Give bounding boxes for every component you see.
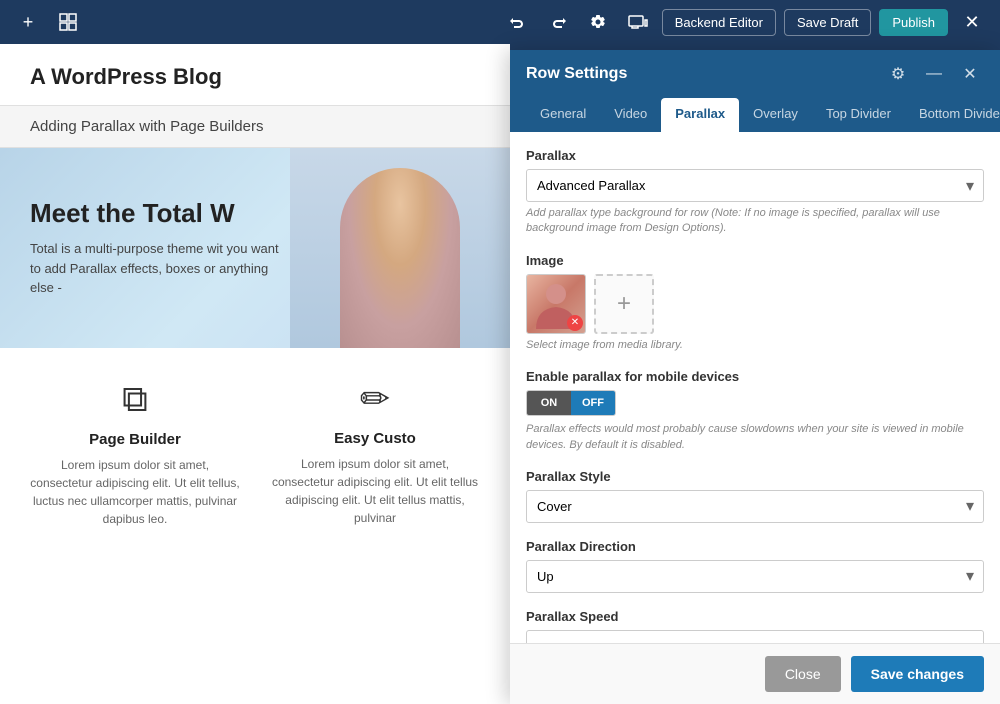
panel-close-icon[interactable]: ✕ <box>956 60 984 88</box>
page-builder-icon: ⧉ <box>122 378 148 421</box>
panel-title: Row Settings <box>526 65 627 83</box>
parallax-speed-label: Parallax Speed <box>526 609 984 624</box>
feature2-text: Lorem ipsum dolor sit amet, consectetur … <box>270 455 480 527</box>
page-subtitle: Adding Parallax with Page Builders <box>30 118 480 135</box>
mobile-field-group: Enable parallax for mobile devices ON OF… <box>526 369 984 453</box>
parallax-field-group: Parallax Advanced Parallax None Standard… <box>526 148 984 237</box>
panel-settings-icon[interactable]: ⚙ <box>884 60 912 88</box>
backend-editor-button[interactable]: Backend Editor <box>662 9 776 36</box>
feature2-title: Easy Custo <box>334 430 416 447</box>
page-title: A WordPress Blog <box>30 64 480 90</box>
save-changes-button[interactable]: Save changes <box>851 656 984 692</box>
page-subheader: Adding Parallax with Page Builders <box>0 106 510 148</box>
row-settings-panel: Row Settings ⚙ — ✕ General Video Paralla… <box>510 50 1000 704</box>
parallax-direction-select-wrapper[interactable]: Up Down Left Right <box>526 560 984 593</box>
mobile-hint: Parallax effects would most probably cau… <box>526 422 984 453</box>
publish-button[interactable]: Publish <box>879 9 948 36</box>
parallax-speed-input[interactable] <box>526 630 984 643</box>
tab-top-divider[interactable]: Top Divider <box>812 98 905 132</box>
page-canvas: A WordPress Blog Adding Parallax with Pa… <box>0 44 510 704</box>
undo-button[interactable] <box>502 6 534 38</box>
parallax-select-wrapper[interactable]: Advanced Parallax None Standard Parallax <box>526 169 984 202</box>
redo-button[interactable] <box>542 6 574 38</box>
feature1-title: Page Builder <box>89 431 181 448</box>
tab-bottom-divider[interactable]: Bottom Divider <box>905 98 1000 132</box>
panel-minimize-icon[interactable]: — <box>920 60 948 88</box>
save-draft-button[interactable]: Save Draft <box>784 9 871 36</box>
parallax-style-label: Parallax Style <box>526 469 984 484</box>
image-add-button[interactable]: + <box>594 274 654 334</box>
parallax-hint: Add parallax type background for row (No… <box>526 206 984 237</box>
page-header: A WordPress Blog <box>0 44 510 106</box>
toggle-on-button[interactable]: ON <box>527 391 571 415</box>
mobile-toggle[interactable]: ON OFF <box>526 390 616 416</box>
tab-general[interactable]: General <box>526 98 600 132</box>
parallax-style-field-group: Parallax Style Cover Contain Auto <box>526 469 984 523</box>
panel-header: Row Settings ⚙ — ✕ <box>510 50 1000 98</box>
features-section: ⧉ Page Builder Lorem ipsum dolor sit ame… <box>0 348 510 558</box>
toolbar: + Backend Editor Save Draft Publish ✕ <box>0 0 1000 44</box>
panel-footer: Close Save changes <box>510 643 1000 704</box>
parallax-direction-select[interactable]: Up Down Left Right <box>526 560 984 593</box>
close-toolbar-button[interactable]: ✕ <box>956 6 988 38</box>
parallax-style-select-wrapper[interactable]: Cover Contain Auto <box>526 490 984 523</box>
mobile-label: Enable parallax for mobile devices <box>526 369 984 384</box>
easy-customize-icon: ✏ <box>360 378 390 420</box>
image-hint: Select image from media library. <box>526 338 984 353</box>
hero-heading: Meet the Total W <box>30 198 280 229</box>
tab-overlay[interactable]: Overlay <box>739 98 812 132</box>
image-area: ✕ + <box>526 274 984 334</box>
add-button[interactable]: + <box>12 6 44 38</box>
hero-text: Meet the Total W Total is a multi-purpos… <box>0 178 310 318</box>
hero-image <box>290 148 510 348</box>
toolbar-right: Backend Editor Save Draft Publish ✕ <box>502 6 988 38</box>
hero-section: Meet the Total W Total is a multi-purpos… <box>0 148 510 348</box>
parallax-direction-label: Parallax Direction <box>526 539 984 554</box>
feature1-text: Lorem ipsum dolor sit amet, consectetur … <box>30 456 240 528</box>
parallax-style-select[interactable]: Cover Contain Auto <box>526 490 984 523</box>
toolbar-left: + <box>12 6 84 38</box>
parallax-select[interactable]: Advanced Parallax None Standard Parallax <box>526 169 984 202</box>
settings-button[interactable] <box>582 6 614 38</box>
parallax-direction-field-group: Parallax Direction Up Down Left Right <box>526 539 984 593</box>
parallax-label: Parallax <box>526 148 984 163</box>
feature-item-1: ⧉ Page Builder Lorem ipsum dolor sit ame… <box>30 378 240 528</box>
grid-button[interactable] <box>52 6 84 38</box>
parallax-speed-field-group: Parallax Speed The movement speed, value… <box>526 609 984 643</box>
image-thumbnail[interactable]: ✕ <box>526 274 586 334</box>
devices-button[interactable] <box>622 6 654 38</box>
tab-parallax[interactable]: Parallax <box>661 98 739 132</box>
panel-content: Parallax Advanced Parallax None Standard… <box>510 132 1000 643</box>
image-field-group: Image ✕ + Select image from media librar… <box>526 253 984 353</box>
panel-header-actions: ⚙ — ✕ <box>884 60 984 88</box>
image-label: Image <box>526 253 984 268</box>
close-button[interactable]: Close <box>765 656 841 692</box>
hero-paragraph: Total is a multi-purpose theme wit you w… <box>30 239 280 298</box>
image-remove-button[interactable]: ✕ <box>567 315 583 331</box>
panel-tabs: General Video Parallax Overlay Top Divid… <box>510 98 1000 132</box>
toggle-off-button[interactable]: OFF <box>571 391 615 415</box>
tab-video[interactable]: Video <box>600 98 661 132</box>
feature-item-2: ✏ Easy Custo Lorem ipsum dolor sit amet,… <box>270 378 480 528</box>
